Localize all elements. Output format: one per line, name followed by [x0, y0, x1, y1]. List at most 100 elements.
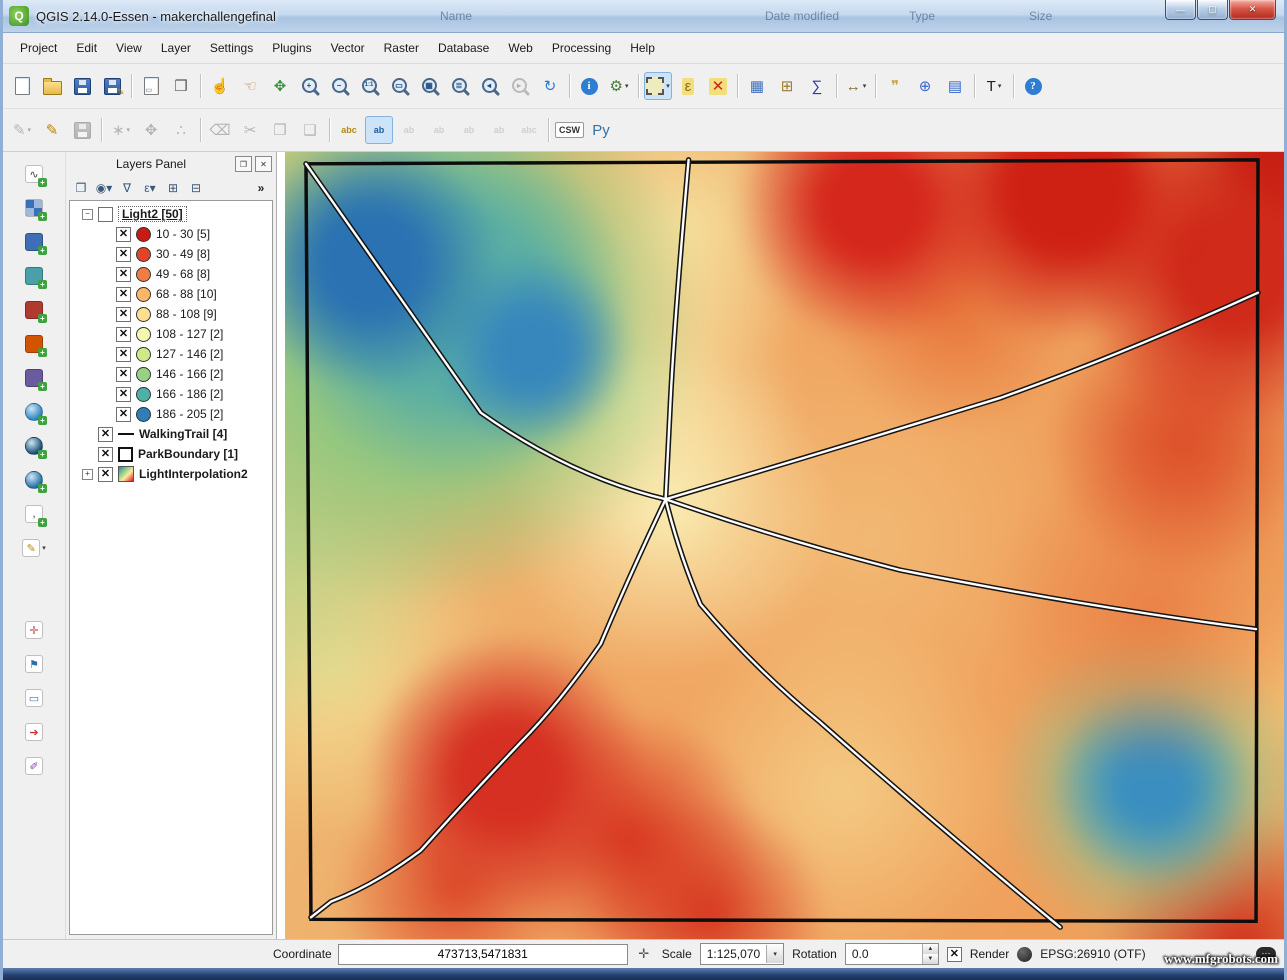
- menu-database[interactable]: Database: [429, 36, 498, 60]
- close-button[interactable]: ✕: [1229, 0, 1276, 20]
- save-project-button[interactable]: [68, 72, 96, 100]
- new-composer-button[interactable]: ▭: [137, 72, 165, 100]
- layer-visibility-button[interactable]: ◉▾: [94, 178, 114, 198]
- identify-features-button[interactable]: i: [575, 72, 603, 100]
- flag-tool-button[interactable]: ⚑: [20, 650, 48, 678]
- tree-expander-icon[interactable]: −: [82, 209, 93, 220]
- menu-plugins[interactable]: Plugins: [263, 36, 320, 60]
- attribute-table-button[interactable]: ▦: [743, 72, 771, 100]
- toggle-editing-button[interactable]: ✎: [38, 116, 66, 144]
- cut-features-button[interactable]: ✂: [236, 116, 264, 144]
- rotation-spinbox[interactable]: 0.0 ▲ ▼: [845, 943, 939, 965]
- delete-selected-button[interactable]: ⌫: [206, 116, 234, 144]
- panel-float-button[interactable]: ❐: [235, 156, 252, 172]
- layer-row[interactable]: ✕WalkingTrail [4]: [70, 424, 272, 444]
- zoom-to-selection-button[interactable]: ▦: [416, 72, 444, 100]
- feature-action-button[interactable]: ⚙▾: [605, 72, 633, 100]
- add-postgis-layer-button[interactable]: +: [20, 228, 48, 256]
- layer-row-light2[interactable]: − Light2 [50]: [70, 204, 272, 224]
- text-annotation-button[interactable]: T▾: [980, 72, 1008, 100]
- crs-status-icon[interactable]: [1017, 947, 1032, 962]
- touch-zoom-button[interactable]: ☝: [206, 72, 234, 100]
- class-checkbox[interactable]: ✕: [116, 267, 131, 282]
- menu-raster[interactable]: Raster: [375, 36, 428, 60]
- class-checkbox[interactable]: ✕: [116, 227, 131, 242]
- python-console-button[interactable]: Py: [587, 116, 615, 144]
- add-delimited-text-layer-button[interactable]: ,+: [20, 500, 48, 528]
- scale-combobox[interactable]: 1:125,070 ▾: [700, 943, 784, 965]
- add-wfs-layer-button[interactable]: +: [20, 466, 48, 494]
- zoom-to-layer-button[interactable]: ≣: [446, 72, 474, 100]
- move-label-button[interactable]: ab: [455, 116, 483, 144]
- export-tool-button[interactable]: ➔: [20, 718, 48, 746]
- class-checkbox[interactable]: ✕: [116, 287, 131, 302]
- add-vector-layer-button[interactable]: ∿+: [20, 160, 48, 188]
- move-feature-button[interactable]: ✥: [137, 116, 165, 144]
- measure-button[interactable]: ↔▾: [842, 72, 870, 100]
- expand-all-button[interactable]: ⊞: [163, 178, 183, 198]
- highlight-pinned-labels-button[interactable]: ab: [365, 116, 393, 144]
- menu-view[interactable]: View: [107, 36, 151, 60]
- add-wms-layer-button[interactable]: +: [20, 398, 48, 426]
- menu-vector[interactable]: Vector: [322, 36, 374, 60]
- layer-row[interactable]: +✕LightInterpolation2: [70, 464, 272, 484]
- help-button[interactable]: ?: [1019, 72, 1047, 100]
- extents-toggle-icon[interactable]: ✛: [634, 944, 654, 964]
- add-wcs-layer-button[interactable]: +: [20, 432, 48, 460]
- class-checkbox[interactable]: ✕: [116, 387, 131, 402]
- add-virtual-layer-button[interactable]: +: [20, 364, 48, 392]
- select-by-expression-button[interactable]: ε: [674, 72, 702, 100]
- add-oracle-layer-button[interactable]: +: [20, 330, 48, 358]
- zoom-out-button[interactable]: −: [326, 72, 354, 100]
- zoom-native-button[interactable]: 1:1: [356, 72, 384, 100]
- new-bookmark-button[interactable]: ⊕: [911, 72, 939, 100]
- pan-map-button[interactable]: ☜: [236, 72, 264, 100]
- zoom-last-button[interactable]: ◂: [476, 72, 504, 100]
- maximize-button[interactable]: ▢: [1197, 0, 1228, 20]
- field-calculator-button[interactable]: ⊞: [773, 72, 801, 100]
- add-feature-button[interactable]: ∗▾: [107, 116, 135, 144]
- style-brush-button[interactable]: ✐: [20, 752, 48, 780]
- deselect-features-button[interactable]: ✕: [704, 72, 732, 100]
- current-edits-button[interactable]: ✎▾: [8, 116, 36, 144]
- add-group-button[interactable]: ❒: [71, 178, 91, 198]
- menu-help[interactable]: Help: [621, 36, 664, 60]
- change-label-button[interactable]: abc: [515, 116, 543, 144]
- statistics-button[interactable]: ∑: [803, 72, 831, 100]
- pan-to-selection-button[interactable]: ✥: [266, 72, 294, 100]
- scale-dropdown-icon[interactable]: ▾: [766, 945, 783, 963]
- pin-labels-button[interactable]: ab: [395, 116, 423, 144]
- coordinate-capture-button[interactable]: ✛: [20, 616, 48, 644]
- crs-label[interactable]: EPSG:26910 (OTF): [1040, 947, 1145, 961]
- render-checkbox[interactable]: ✕: [947, 947, 962, 962]
- class-checkbox[interactable]: ✕: [116, 247, 131, 262]
- composer-manager-button[interactable]: ❒: [167, 72, 195, 100]
- refresh-map-button[interactable]: ↻: [536, 72, 564, 100]
- new-project-button[interactable]: [8, 72, 36, 100]
- labeling-button[interactable]: abc: [335, 116, 363, 144]
- tree-expander-icon[interactable]: +: [82, 469, 93, 480]
- add-raster-layer-button[interactable]: +: [20, 194, 48, 222]
- collapse-all-button[interactable]: ⊟: [186, 178, 206, 198]
- rotate-label-button[interactable]: ab: [485, 116, 513, 144]
- select-features-button[interactable]: ▾: [644, 72, 672, 100]
- class-checkbox[interactable]: ✕: [116, 347, 131, 362]
- save-project-as-button[interactable]: ✎: [98, 72, 126, 100]
- layer-checkbox[interactable]: [98, 207, 113, 222]
- layer-checkbox[interactable]: ✕: [98, 447, 113, 462]
- zoom-in-button[interactable]: +: [296, 72, 324, 100]
- panel-overflow-button[interactable]: »: [251, 178, 271, 198]
- zoom-next-button[interactable]: ▸: [506, 72, 534, 100]
- menu-settings[interactable]: Settings: [201, 36, 262, 60]
- show-hide-labels-button[interactable]: ab: [425, 116, 453, 144]
- layer-label[interactable]: ParkBoundary [1]: [138, 447, 238, 461]
- zoom-full-button[interactable]: ▭: [386, 72, 414, 100]
- add-spatialite-layer-button[interactable]: +: [20, 262, 48, 290]
- menu-project[interactable]: Project: [11, 36, 66, 60]
- layer-label[interactable]: Light2 [50]: [118, 206, 187, 222]
- open-project-button[interactable]: [38, 72, 66, 100]
- menu-processing[interactable]: Processing: [543, 36, 620, 60]
- coordinate-input[interactable]: [338, 944, 628, 965]
- csw-search-button[interactable]: CSW: [554, 116, 585, 144]
- spin-up-icon[interactable]: ▲: [923, 944, 938, 954]
